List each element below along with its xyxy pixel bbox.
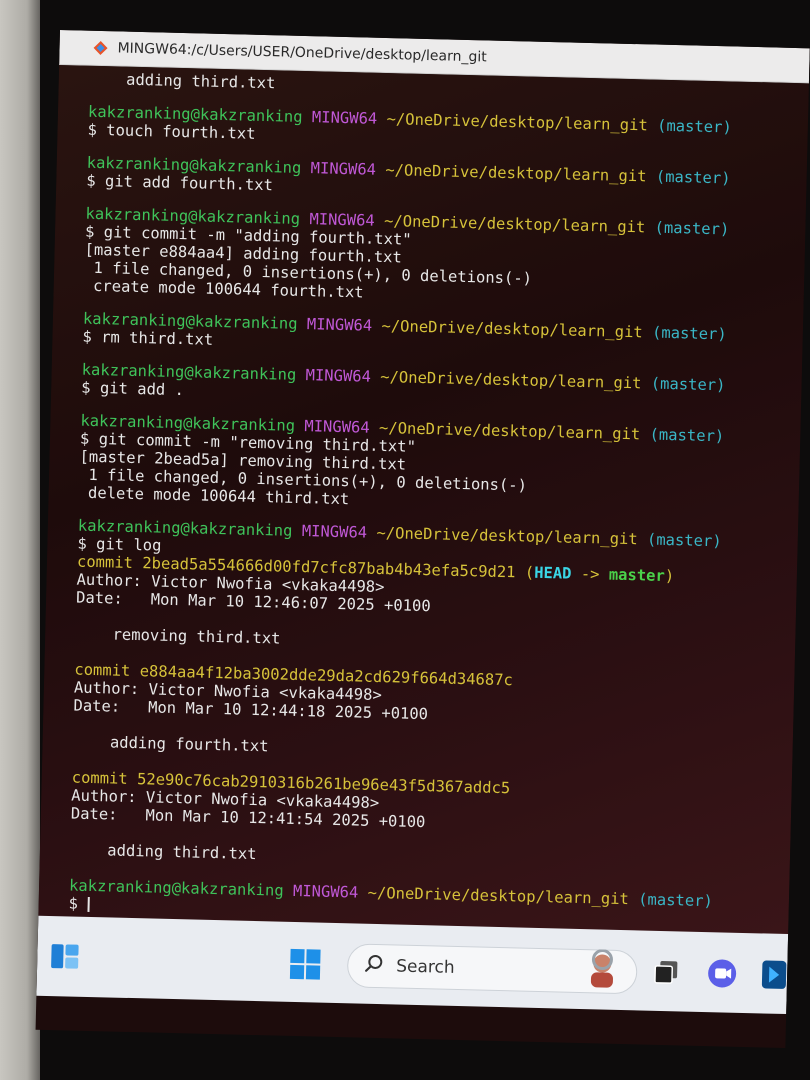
command-text: git log [95, 535, 162, 555]
command-text: git add . [99, 379, 185, 400]
prompt-branch: (master) [656, 116, 732, 137]
avatar[interactable] [582, 949, 623, 994]
head-ref: HEAD [533, 563, 572, 583]
branch-ref: master [608, 565, 666, 585]
prompt-branch: (master) [654, 218, 730, 239]
prompt-branch: (master) [646, 530, 722, 551]
prompt-symbol: $ [82, 327, 93, 346]
commit-label: commit [74, 660, 131, 680]
task-view-icon[interactable] [651, 957, 682, 988]
prompt-branch: (master) [638, 890, 714, 911]
prompt-symbol: $ [77, 534, 88, 553]
ref-paren-close: ) [664, 566, 675, 586]
search-label: Search [395, 956, 455, 978]
prompt-symbol: $ [79, 429, 90, 448]
prompt-symbol: $ [68, 894, 79, 913]
prompt-branch: (master) [655, 167, 731, 188]
prompt-system: MINGW64 [311, 108, 378, 128]
terminal-output[interactable]: adding third.txt kakzranking@kakzranking… [38, 64, 809, 936]
git-bash-icon [91, 39, 109, 57]
ref-arrow: -> [571, 564, 610, 584]
prompt-symbol: $ [87, 120, 98, 139]
chat-icon[interactable] [705, 956, 740, 991]
prompt-system: MINGW64 [301, 522, 368, 542]
start-icon[interactable] [287, 946, 324, 983]
prompt-branch: (master) [651, 323, 727, 344]
command-text: rm third.txt [100, 328, 214, 349]
commit-label: commit [76, 552, 134, 572]
prompt-system: MINGW64 [310, 159, 377, 179]
command-text: touch fourth.txt [106, 121, 256, 143]
search-box[interactable]: Search [346, 943, 638, 995]
commit-label: commit [71, 768, 128, 788]
prompt-symbol: $ [81, 378, 91, 397]
prompt-system: MINGW64 [305, 366, 372, 386]
prompt-branch: (master) [650, 374, 726, 395]
taskbar: Search [36, 915, 790, 1015]
window-title: MINGW64:/c/Users/USER/OneDrive/desktop/l… [117, 40, 487, 66]
text-cursor [87, 896, 90, 912]
prompt-system: MINGW64 [292, 881, 359, 902]
prompt-symbol: $ [86, 171, 96, 190]
laptop-screen: MINGW64:/c/Users/USER/OneDrive/desktop/l… [35, 30, 810, 1049]
widgets-icon[interactable] [47, 938, 84, 975]
prompt-system: MINGW64 [309, 210, 375, 230]
search-icon [364, 954, 385, 978]
prompt-symbol: $ [84, 222, 95, 241]
prompt-system: MINGW64 [306, 315, 373, 335]
prompt-system: MINGW64 [304, 417, 370, 437]
app-icon[interactable] [759, 957, 790, 992]
prompt-branch: (master) [649, 425, 725, 446]
